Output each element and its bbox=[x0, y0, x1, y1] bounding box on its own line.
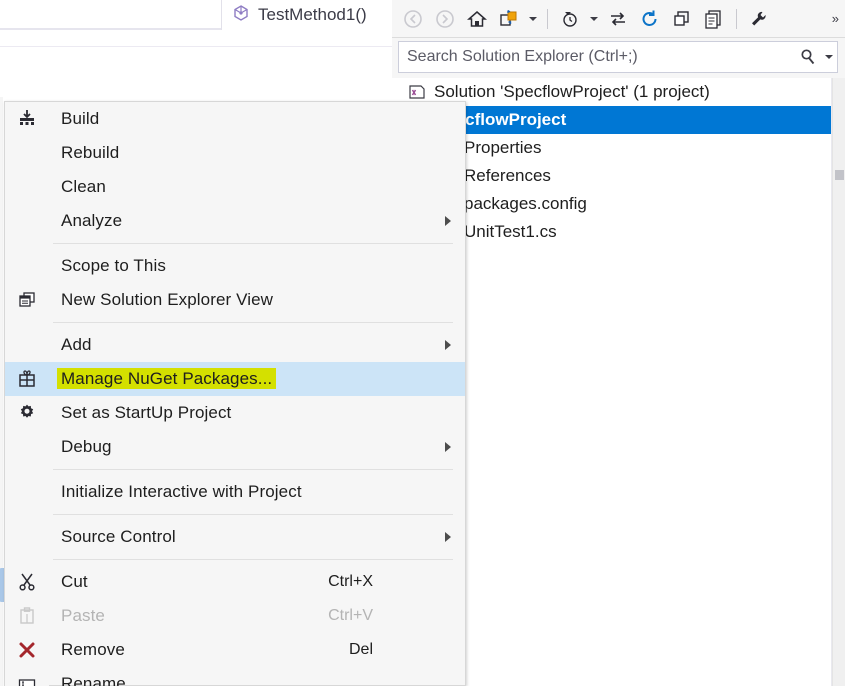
refresh-icon[interactable] bbox=[635, 4, 665, 34]
scissors-icon bbox=[5, 565, 49, 599]
editor-subheader bbox=[0, 32, 392, 72]
submenu-arrow-icon bbox=[445, 442, 451, 452]
menu-item-label: Cut bbox=[49, 572, 88, 592]
menu-item-source-control[interactable]: Source Control bbox=[5, 520, 465, 554]
menu-item-set-as-startup-project[interactable]: Set as StartUp Project bbox=[5, 396, 465, 430]
menu-item-label: Build bbox=[49, 109, 99, 129]
menu-item-new-solution-explorer-view[interactable]: New Solution Explorer View bbox=[5, 283, 465, 317]
build-icon bbox=[5, 102, 49, 136]
member-dropdown-label: TestMethod1() bbox=[258, 5, 367, 25]
editor-navigation-bar: TestMethod1() bbox=[0, 0, 392, 30]
menu-item-shortcut: Ctrl+V bbox=[328, 607, 373, 625]
menu-item-add[interactable]: Add bbox=[5, 328, 465, 362]
menu-item-paste: Paste Ctrl+V bbox=[5, 599, 465, 633]
tree-item-label: UnitTest1.cs bbox=[460, 222, 557, 242]
no-icon bbox=[5, 204, 49, 238]
properties-wrench-icon[interactable] bbox=[744, 4, 774, 34]
menu-separator bbox=[53, 322, 453, 323]
sync-with-document-icon[interactable] bbox=[494, 4, 524, 34]
no-icon bbox=[5, 170, 49, 204]
show-all-files-icon[interactable] bbox=[603, 4, 633, 34]
chevron-down-icon[interactable] bbox=[526, 4, 540, 34]
menu-item-cut[interactable]: Cut Ctrl+X bbox=[5, 565, 465, 599]
no-icon bbox=[5, 249, 49, 283]
menu-item-label: Add bbox=[49, 335, 92, 355]
toolbar-divider bbox=[736, 9, 737, 29]
submenu-arrow-icon bbox=[445, 340, 451, 350]
no-icon bbox=[5, 328, 49, 362]
visual-studio-window: TestMethod1() bbox=[0, 0, 845, 686]
submenu-arrow-icon bbox=[445, 532, 451, 542]
menu-separator bbox=[53, 514, 453, 515]
menu-item-label: Analyze bbox=[49, 211, 122, 231]
menu-item-label: Paste bbox=[49, 606, 105, 626]
red-x-icon bbox=[5, 633, 49, 667]
menu-item-label: Rename bbox=[49, 674, 126, 686]
toolbar-overflow-button[interactable]: » bbox=[832, 11, 839, 26]
menu-item-label: Source Control bbox=[49, 527, 176, 547]
menu-item-label: Debug bbox=[49, 437, 112, 457]
tree-item-label: References bbox=[460, 166, 551, 186]
menu-separator bbox=[53, 559, 453, 560]
menu-item-rename[interactable]: Rename bbox=[5, 667, 465, 686]
submenu-arrow-icon bbox=[445, 216, 451, 226]
menu-item-label: Initialize Interactive with Project bbox=[49, 482, 302, 502]
clipboard-paste-icon bbox=[5, 599, 49, 633]
method-cube-icon bbox=[232, 4, 250, 27]
home-icon[interactable] bbox=[462, 4, 492, 34]
menu-item-manage-nuget-packages[interactable]: Manage NuGet Packages... bbox=[5, 362, 465, 396]
chevron-down-icon[interactable] bbox=[587, 4, 601, 34]
menu-item-highlight: Manage NuGet Packages... bbox=[57, 368, 276, 389]
project-context-menu: Build Rebuild Clean Analyze bbox=[4, 101, 466, 686]
menu-item-initialize-interactive-with-project[interactable]: Initialize Interactive with Project bbox=[5, 475, 465, 509]
menu-item-label: Clean bbox=[49, 177, 106, 197]
menu-item-rebuild[interactable]: Rebuild bbox=[5, 136, 465, 170]
menu-item-label: Scope to This bbox=[49, 256, 166, 276]
search-options-chevron-down-icon[interactable] bbox=[821, 55, 837, 59]
menu-item-analyze[interactable]: Analyze bbox=[5, 204, 465, 238]
no-icon bbox=[5, 520, 49, 554]
scrollbar-thumb[interactable] bbox=[835, 170, 844, 180]
gear-icon bbox=[5, 396, 49, 430]
menu-item-debug[interactable]: Debug bbox=[5, 430, 465, 464]
tree-item-label: Solution 'SpecflowProject' (1 project) bbox=[430, 82, 710, 102]
no-icon bbox=[5, 475, 49, 509]
pending-changes-icon[interactable] bbox=[555, 4, 585, 34]
menu-item-shortcut: Ctrl+X bbox=[328, 573, 373, 591]
tree-item-label: Properties bbox=[460, 138, 541, 158]
menu-item-label: Manage NuGet Packages... bbox=[49, 369, 276, 389]
toolbar-divider bbox=[547, 9, 548, 29]
menu-item-label: Remove bbox=[49, 640, 125, 660]
solution-explorer-toolbar: » bbox=[392, 0, 845, 38]
tree-item-label: packages.config bbox=[460, 194, 587, 214]
menu-item-label: New Solution Explorer View bbox=[49, 290, 273, 310]
editor-divider bbox=[0, 46, 392, 47]
menu-item-shortcut: Del bbox=[349, 641, 373, 659]
menu-separator bbox=[53, 469, 453, 470]
menu-item-label: Set as StartUp Project bbox=[49, 403, 231, 423]
solution-explorer-vertical-scrollbar[interactable] bbox=[832, 78, 845, 686]
search-magnifier-icon[interactable] bbox=[795, 48, 821, 66]
rename-textbox-icon bbox=[5, 667, 49, 686]
new-window-icon bbox=[5, 283, 49, 317]
preview-file-icon[interactable] bbox=[699, 4, 729, 34]
collapse-all-icon[interactable] bbox=[667, 4, 697, 34]
context-menu-list: Build Rebuild Clean Analyze bbox=[5, 102, 465, 686]
menu-separator bbox=[53, 243, 453, 244]
menu-item-clean[interactable]: Clean bbox=[5, 170, 465, 204]
forward-icon[interactable] bbox=[430, 4, 460, 34]
menu-item-remove[interactable]: Remove Del bbox=[5, 633, 465, 667]
menu-item-scope-to-this[interactable]: Scope to This bbox=[5, 249, 465, 283]
member-dropdown[interactable]: TestMethod1() bbox=[222, 0, 392, 30]
nuget-package-icon bbox=[5, 362, 49, 396]
search-input-placeholder[interactable]: Search Solution Explorer (Ctrl+;) bbox=[399, 48, 795, 66]
search-solution-explorer-box[interactable]: Search Solution Explorer (Ctrl+;) bbox=[398, 41, 838, 73]
back-icon[interactable] bbox=[398, 4, 428, 34]
menu-item-label: Rebuild bbox=[49, 143, 119, 163]
no-icon bbox=[5, 136, 49, 170]
no-icon bbox=[5, 430, 49, 464]
menu-item-build[interactable]: Build bbox=[5, 102, 465, 136]
solution-icon bbox=[404, 83, 430, 101]
